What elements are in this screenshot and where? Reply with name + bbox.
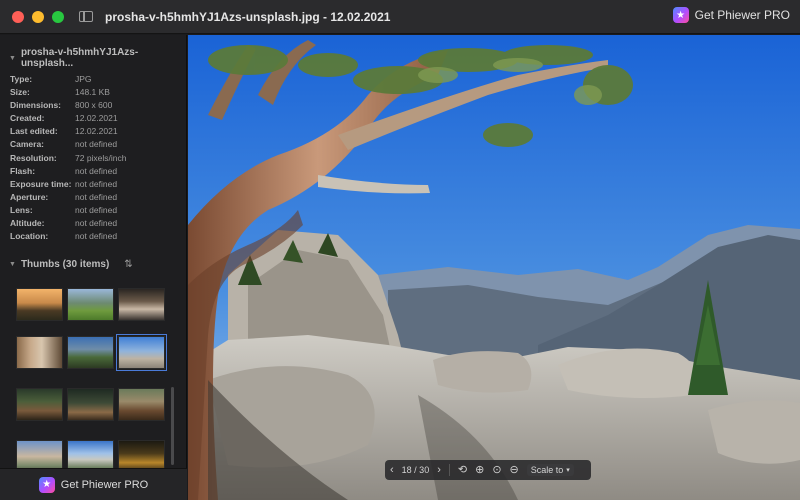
info-key: Camera: <box>10 139 45 150</box>
rotate-icon[interactable]: ⟲ <box>458 464 467 476</box>
info-value: 12.02.2021 <box>75 113 118 124</box>
info-value: not defined <box>75 191 118 202</box>
info-row: Aperture: not defined <box>10 191 127 204</box>
info-section-title: prosha-v-h5hmhYJ1Azs-unsplash... <box>20 47 139 69</box>
thumbs-section-title: Thumbs (30 items) <box>20 258 110 270</box>
info-row: Altitude: not defined <box>10 217 127 230</box>
info-row: Created: 12.02.2021 <box>10 112 127 125</box>
get-pro-button[interactable]: ★ Get Phiewer PRO <box>672 7 790 23</box>
info-row: Flash: not defined <box>10 165 127 178</box>
info-row: Location: not defined <box>10 230 127 243</box>
image-counter: 18 / 30 <box>401 465 430 475</box>
thumbnail[interactable] <box>67 440 114 468</box>
info-row: Lens: not defined <box>10 204 127 217</box>
info-key: Location: <box>10 231 49 242</box>
info-key: Dimensions: <box>10 100 62 111</box>
info-key: Exposure time: <box>10 178 72 189</box>
thumbnail[interactable] <box>118 440 165 468</box>
thumbnail-grid <box>16 288 168 468</box>
window-controls <box>12 10 64 23</box>
thumbnail[interactable] <box>118 388 165 421</box>
minimize-window-button[interactable] <box>32 10 44 23</box>
zoom-in-icon[interactable]: ⊕ <box>475 464 484 476</box>
info-row: Resolution: 72 pixels/inch <box>10 152 127 165</box>
info-key: Altitude: <box>10 218 45 229</box>
chevron-down-icon: ▼ <box>9 260 16 268</box>
info-value: 12.02.2021 <box>75 126 118 137</box>
info-value: not defined <box>75 218 118 229</box>
info-key: Last edited: <box>10 126 58 137</box>
thumbnail[interactable] <box>67 388 114 421</box>
info-value: not defined <box>75 204 118 215</box>
info-key: Lens: <box>10 204 33 215</box>
window-title: prosha-v-h5hmhYJ1Azs-unsplash.jpg - 12.0… <box>105 9 391 24</box>
thumbs-section-header[interactable]: ▼ Thumbs (30 items) ⇅ <box>0 256 133 272</box>
scale-dropdown-label: Scale to <box>530 465 564 475</box>
image-viewer[interactable] <box>188 35 800 500</box>
info-row: Exposure time: not defined <box>10 178 127 191</box>
zoom-out-icon[interactable]: ⊖ <box>510 464 519 476</box>
info-section-header[interactable]: ▼ prosha-v-h5hmhYJ1Azs-unsplash... <box>0 47 186 69</box>
chevron-down-icon: ▼ <box>9 54 16 62</box>
star-icon: ★ <box>38 476 55 493</box>
close-window-button[interactable] <box>12 10 24 23</box>
sidebar-get-pro-label: Get Phiewer PRO <box>60 478 149 491</box>
scale-dropdown[interactable]: Scale to ▾ <box>526 464 574 476</box>
info-row: Dimensions: 800 x 600 <box>10 99 127 112</box>
viewer-toolbar: ‹ 18 / 30 › ⟲ ⊕ ⊙ ⊖ Scale to ▾ <box>385 460 591 480</box>
thumbnail[interactable] <box>16 288 63 321</box>
chevron-down-icon: ▾ <box>566 467 570 474</box>
info-row: Size: 148.1 KB <box>10 86 127 99</box>
info-value: not defined <box>75 178 118 189</box>
info-value: not defined <box>75 139 118 150</box>
zoom-window-button[interactable] <box>52 10 64 23</box>
sidebar-toggle-icon[interactable] <box>79 11 93 22</box>
title-bar: prosha-v-h5hmhYJ1Azs-unsplash.jpg - 12.0… <box>0 0 800 34</box>
thumbnail[interactable] <box>118 288 165 321</box>
thumbnail[interactable] <box>16 440 63 468</box>
thumbs-scrollbar[interactable] <box>171 387 174 465</box>
file-info-list: Type: JPG Size: 148.1 KB Dimensions: 800 x 60… <box>10 73 127 243</box>
get-pro-label: Get Phiewer PRO <box>694 8 790 22</box>
main-photo <box>188 35 800 500</box>
thumbnail[interactable] <box>16 388 63 421</box>
zoom-reset-icon[interactable]: ⊙ <box>492 464 501 476</box>
sort-icon[interactable]: ⇅ <box>124 259 132 270</box>
info-value: JPG <box>75 74 92 84</box>
sidebar: ▼ prosha-v-h5hmhYJ1Azs-unsplash... Type:… <box>0 35 187 500</box>
info-key: Aperture: <box>10 191 49 202</box>
info-key: Type: <box>10 74 33 84</box>
toolbar-divider <box>448 464 450 476</box>
info-row: Last edited: 12.02.2021 <box>10 125 127 138</box>
thumbnail[interactable] <box>16 336 63 369</box>
info-key: Flash: <box>10 165 36 176</box>
star-icon: ★ <box>672 7 689 23</box>
info-row: Camera: not defined <box>10 138 127 151</box>
sidebar-get-pro-button[interactable]: ★ Get Phiewer PRO <box>0 468 187 500</box>
info-value: 800 x 600 <box>75 100 113 111</box>
chevron-left-icon[interactable]: ‹ <box>390 464 394 476</box>
thumbnail[interactable] <box>67 288 114 321</box>
info-value: not defined <box>75 165 118 176</box>
thumbnail[interactable] <box>67 336 114 369</box>
info-value: not defined <box>75 231 118 242</box>
info-key: Size: <box>10 87 30 98</box>
chevron-right-icon[interactable]: › <box>437 464 441 476</box>
info-key: Resolution: <box>10 152 57 163</box>
info-row: Type: JPG <box>10 73 127 86</box>
thumbnail-selected[interactable] <box>116 334 167 371</box>
info-value: 72 pixels/inch <box>75 152 127 163</box>
info-value: 148.1 KB <box>75 87 110 98</box>
info-key: Created: <box>10 113 45 124</box>
